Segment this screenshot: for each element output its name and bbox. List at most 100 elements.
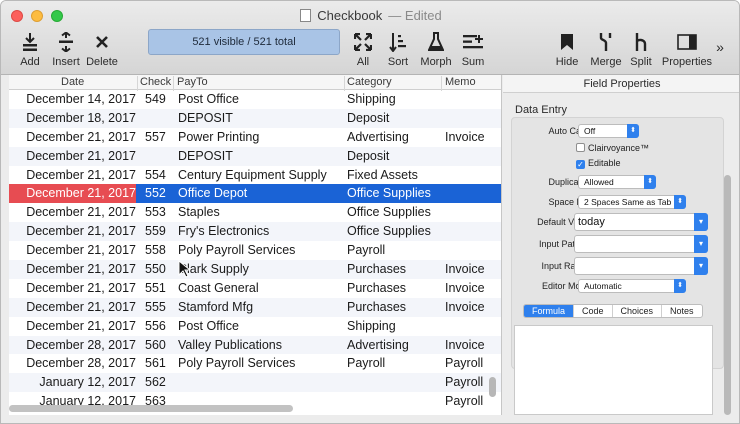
morph-button[interactable]: Morph (419, 31, 453, 68)
cell-date[interactable]: December 21, 2017 (9, 149, 136, 163)
cell-check[interactable]: 552 (145, 186, 175, 200)
cell-check[interactable]: 556 (145, 319, 175, 333)
cell-category[interactable]: Purchases (347, 300, 447, 314)
cell-category[interactable]: Purchases (347, 281, 447, 295)
cell-date[interactable]: December 21, 2017 (9, 130, 136, 144)
cell-date[interactable]: December 21, 2017 (9, 184, 136, 204)
sort-button[interactable]: Sort (386, 31, 410, 68)
cell-payto[interactable]: Poly Payroll Services (178, 356, 348, 370)
cell-date[interactable]: December 21, 2017 (9, 262, 136, 276)
table-row[interactable]: December 21, 2017 DEPOSIT Deposit (9, 146, 501, 166)
properties-vertical-scrollbar[interactable] (724, 175, 731, 415)
clairvoyance-checkbox[interactable]: Clairvoyance™ (576, 143, 649, 153)
cell-memo[interactable]: Invoice (445, 130, 501, 144)
cell-payto[interactable]: Post Office (178, 92, 348, 106)
cell-payto[interactable]: Power Printing (178, 130, 348, 144)
cell-check[interactable]: 561 (145, 356, 175, 370)
cell-check[interactable]: 559 (145, 224, 175, 238)
column-header-check[interactable]: Check (140, 76, 171, 88)
cell-date[interactable]: December 28, 2017 (9, 356, 136, 370)
cell-category[interactable]: Payroll (347, 356, 447, 370)
input-pattern-combo[interactable]: ▾ (574, 235, 708, 253)
cell-check[interactable]: 558 (145, 243, 175, 257)
cell-payto[interactable]: Stamford Mfg (178, 300, 348, 314)
formula-editor[interactable] (514, 325, 713, 415)
cell-payto[interactable]: Valley Publications (178, 338, 348, 352)
column-header-category[interactable]: Category (347, 76, 392, 88)
chevron-down-icon[interactable]: ▾ (694, 213, 708, 231)
cell-category[interactable]: Shipping (347, 92, 447, 106)
cell-payto[interactable]: Office Depot (178, 186, 348, 200)
editable-checkbox[interactable]: ✓ Editable (576, 158, 621, 169)
table-row[interactable]: December 21, 2017 553 Staples Office Suppli… (9, 203, 501, 222)
cell-category[interactable]: Advertising (347, 130, 447, 144)
cell-check[interactable]: 550 (145, 262, 175, 276)
split-button[interactable]: Split (628, 31, 654, 68)
cell-date[interactable]: December 21, 2017 (9, 168, 136, 182)
table-row[interactable]: December 21, 2017 559 Fry's Electronics Off… (9, 222, 501, 242)
cell-category[interactable]: Office Supplies (347, 205, 447, 219)
cell-date[interactable]: December 21, 2017 (9, 300, 136, 314)
cell-date[interactable]: December 21, 2017 (9, 319, 136, 333)
cell-payto[interactable]: DEPOSIT (178, 111, 348, 125)
cell-payto[interactable]: Poly Payroll Services (178, 243, 348, 257)
cell-date[interactable]: December 21, 2017 (9, 224, 136, 238)
duplicates-popup[interactable]: Allowed ⬍ (578, 175, 656, 189)
insert-button[interactable]: Insert (51, 31, 81, 68)
cell-check[interactable]: 554 (145, 168, 175, 182)
cell-category[interactable]: Office Supplies (347, 224, 447, 238)
cell-check[interactable]: 549 (145, 92, 175, 106)
properties-button[interactable]: Properties (661, 31, 713, 68)
cell-check[interactable]: 551 (145, 281, 175, 295)
space-bar-popup[interactable]: 2 Spaces Same as Tab ⬍ (578, 195, 686, 209)
cell-check[interactable]: 553 (145, 205, 175, 219)
cell-payto[interactable]: Century Equipment Supply (178, 168, 348, 182)
table-row[interactable]: December 21, 2017 550 Clark Supply Purchase… (9, 260, 501, 279)
table-row[interactable]: December 21, 2017 555 Stamford Mfg Purchase… (9, 297, 501, 317)
chevron-down-icon[interactable]: ▾ (694, 257, 708, 275)
cell-category[interactable]: Deposit (347, 149, 447, 163)
sum-button[interactable]: Sum (460, 31, 486, 68)
cell-check[interactable]: 562 (145, 375, 175, 389)
cell-memo[interactable]: Invoice (445, 300, 501, 314)
merge-button[interactable]: Merge (589, 31, 623, 68)
table-row[interactable]: December 18, 2017 DEPOSIT Deposit (9, 108, 501, 128)
cell-date[interactable]: December 21, 2017 (9, 243, 136, 257)
table-row-selected[interactable]: December 21, 2017 552 Office Depot Office S… (9, 184, 501, 204)
cell-payto[interactable]: Post Office (178, 319, 348, 333)
table-row[interactable]: December 21, 2017 556 Post Office Shipping (9, 317, 501, 336)
cell-check[interactable]: 555 (145, 300, 175, 314)
table-horizontal-scrollbar[interactable] (9, 405, 293, 412)
column-header-payto[interactable]: PayTo (177, 76, 208, 88)
cell-check[interactable]: 557 (145, 130, 175, 144)
cell-memo[interactable]: Payroll (445, 356, 501, 370)
table-row[interactable]: December 21, 2017 554 Century Equipment Su… (9, 166, 501, 185)
hide-button[interactable]: Hide (554, 31, 580, 68)
show-all-button[interactable]: All (351, 31, 375, 68)
editor-mode-popup[interactable]: Automatic ⬍ (578, 279, 686, 293)
input-range-combo[interactable]: ▾ (574, 257, 708, 275)
table-row[interactable]: January 12, 2017 562 Payroll (9, 373, 501, 393)
tab-code[interactable]: Code (574, 305, 613, 317)
tab-formula[interactable]: Formula (524, 305, 575, 317)
cell-payto[interactable]: Coast General (178, 281, 348, 295)
cell-memo[interactable]: Invoice (445, 338, 501, 352)
checkbook-table[interactable]: Date Check PayTo Category Memo December … (9, 75, 502, 415)
table-row[interactable]: December 14, 2017 549 Post Office Shipping (9, 90, 501, 109)
cell-category[interactable]: Payroll (347, 243, 447, 257)
cell-date[interactable]: December 18, 2017 (9, 111, 136, 125)
chevron-down-icon[interactable]: ▾ (694, 235, 708, 253)
toolbar-overflow-button[interactable]: » (713, 39, 727, 55)
cell-date[interactable]: December 21, 2017 (9, 205, 136, 219)
cell-payto[interactable]: Fry's Electronics (178, 224, 348, 238)
cell-category[interactable]: Office Supplies (347, 186, 447, 200)
column-header-date[interactable]: Date (61, 76, 84, 88)
cell-category[interactable]: Purchases (347, 262, 447, 276)
cell-category[interactable]: Advertising (347, 338, 447, 352)
delete-button[interactable]: Delete (85, 31, 119, 68)
tab-notes[interactable]: Notes (662, 305, 702, 317)
table-row[interactable]: December 28, 2017 560 Valley Publications A… (9, 335, 501, 355)
tab-choices[interactable]: Choices (613, 305, 663, 317)
default-value-combo[interactable]: today ▾ (574, 213, 708, 231)
table-row[interactable]: December 21, 2017 557 Power Printing Advert… (9, 128, 501, 147)
